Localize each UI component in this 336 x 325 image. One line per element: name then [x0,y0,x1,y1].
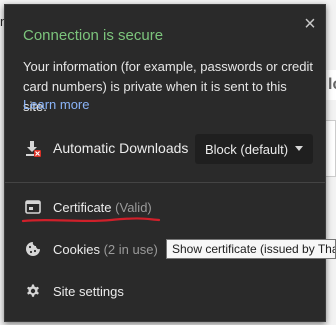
gear-icon [25,283,41,299]
download-blocked-icon [25,140,41,157]
certificate-tooltip: Show certificate (issued by Thav [166,239,336,259]
site-info-popup: × Connection is secure Your information … [4,4,326,322]
cookies-status: (2 in use) [103,241,158,257]
connection-status-title: Connection is secure [23,27,164,44]
certificate-label: Certificate (Valid) [53,200,152,215]
background-heading-text: lc [328,76,336,93]
certificate-icon [25,199,41,215]
cookies-label-text: Cookies [53,241,100,257]
red-underline-annotation [21,217,161,223]
certificate-label-text: Certificate [53,199,112,215]
automatic-downloads-label: Automatic Downloads [53,140,189,156]
site-settings-row[interactable]: Site settings [5,271,325,311]
automatic-downloads-row: Automatic Downloads Block (default) [5,127,325,169]
close-button[interactable]: × [301,14,319,34]
chevron-down-icon [295,146,303,151]
site-settings-label: Site settings [53,283,124,299]
background-heading-fragment: lc [325,70,336,100]
certificate-status: (Valid) [115,199,152,215]
cookies-label: Cookies (2 in use) [53,242,158,257]
cookie-icon [25,241,41,257]
section-divider [5,182,325,183]
downloads-select-value: Block (default) [205,141,289,157]
downloads-permission-select[interactable]: Block (default) [195,134,313,164]
learn-more-link[interactable]: Learn more [23,97,89,112]
